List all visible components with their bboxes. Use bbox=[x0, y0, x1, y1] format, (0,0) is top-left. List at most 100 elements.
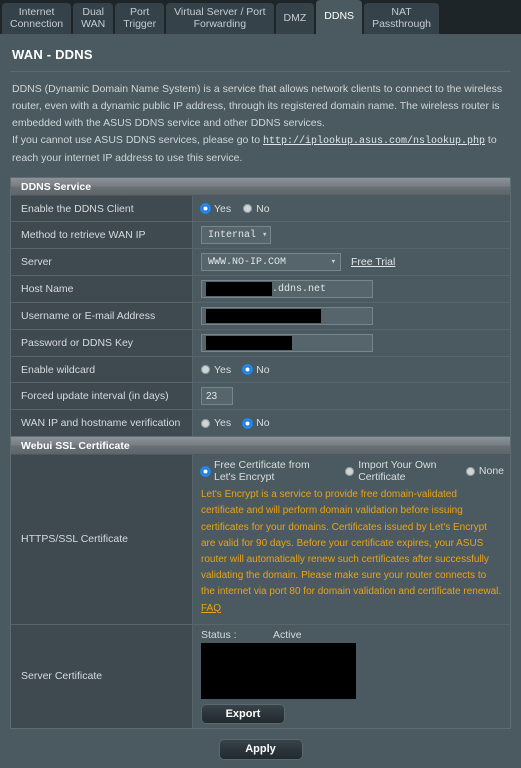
select-value-method: Internal bbox=[208, 229, 257, 241]
webui-ssl-certificate-section: Webui SSL Certificate HTTPS/SSL Certific… bbox=[10, 436, 511, 729]
ssl-section-header: Webui SSL Certificate bbox=[11, 437, 510, 456]
radio-dot-selected-icon bbox=[243, 418, 253, 428]
label-username: Username or E-mail Address bbox=[11, 303, 193, 330]
value-server: WWW.NO-IP.COM ▾ Free Trial bbox=[193, 249, 510, 276]
row-password: Password or DDNS Key bbox=[11, 330, 510, 358]
value-server-certificate: Status : Active Export bbox=[193, 624, 510, 728]
input-host-name[interactable]: .ddns.net bbox=[201, 280, 373, 299]
radio-enable-ddns-yes[interactable]: Yes bbox=[201, 203, 231, 215]
value-enable-wildcard: Yes No bbox=[193, 357, 510, 383]
certificate-details-box bbox=[201, 642, 356, 699]
value-password bbox=[193, 330, 510, 357]
status-badge: Active bbox=[273, 628, 302, 641]
redaction-bar-password bbox=[206, 336, 292, 351]
radio-dot-icon bbox=[465, 466, 475, 476]
tab-internet-connection[interactable]: Internet Connection bbox=[2, 3, 72, 34]
apply-button[interactable]: Apply bbox=[218, 738, 303, 760]
value-enable-ddns-client: Yes No bbox=[193, 196, 510, 222]
row-username: Username or E-mail Address bbox=[11, 303, 510, 331]
select-value-server: WWW.NO-IP.COM bbox=[208, 256, 287, 268]
row-enable-ddns-client: Enable the DDNS Client Yes No bbox=[11, 196, 510, 223]
radio-group-enable-wildcard: Yes No bbox=[201, 364, 270, 376]
radio-dot-selected-icon bbox=[201, 466, 210, 476]
server-certificate-status: Status : Active bbox=[201, 629, 302, 643]
ddns-service-header: DDNS Service bbox=[11, 178, 510, 197]
radio-group-https-ssl: Free Certificate from Let's Encrypt Impo… bbox=[201, 459, 504, 483]
input-forced-update-interval[interactable]: 23 bbox=[201, 387, 233, 406]
page-title: WAN - DDNS bbox=[12, 47, 93, 62]
tab-dual-wan[interactable]: Dual WAN bbox=[73, 3, 114, 34]
tab-nat-passthrough[interactable]: NAT Passthrough bbox=[364, 3, 440, 34]
description-paragraph-1: DDNS (Dynamic Domain Name System) is a s… bbox=[12, 83, 503, 129]
radio-dot-selected-icon bbox=[201, 204, 210, 214]
free-trial-link[interactable]: Free Trial bbox=[351, 256, 395, 268]
radio-free-certificate-lets-encrypt[interactable]: Free Certificate from Let's Encrypt bbox=[201, 459, 333, 483]
label-enable-wildcard: Enable wildcard bbox=[11, 357, 193, 383]
label-server-certificate: Server Certificate bbox=[11, 624, 193, 728]
label-server: Server bbox=[11, 249, 193, 276]
tab-bar: Internet Connection Dual WAN Port Trigge… bbox=[0, 0, 521, 34]
row-enable-wildcard: Enable wildcard Yes No bbox=[11, 357, 510, 384]
radio-dot-icon bbox=[201, 418, 210, 428]
radio-label-none: None bbox=[478, 465, 504, 478]
label-method-retrieve-wan-ip: Method to retrieve WAN IP bbox=[11, 222, 193, 249]
row-host-name: Host Name .ddns.net bbox=[11, 276, 510, 304]
value-forced-update-interval: 23 bbox=[193, 383, 510, 410]
description-prefix: If you cannot use ASUS DDNS services, pl… bbox=[12, 134, 263, 146]
row-server-certificate: Server Certificate Status : Active Expor… bbox=[11, 624, 510, 728]
tab-dmz[interactable]: DMZ bbox=[275, 3, 315, 34]
export-button[interactable]: Export bbox=[201, 703, 285, 724]
row-wan-ip-verification: WAN IP and hostname verification Yes No bbox=[11, 410, 510, 437]
chevron-down-icon: ▾ bbox=[330, 257, 336, 268]
radio-dot-icon bbox=[201, 365, 210, 375]
radio-label-yes: Yes bbox=[214, 202, 232, 215]
radio-label-no: No bbox=[256, 363, 270, 376]
input-username[interactable] bbox=[201, 307, 373, 326]
apply-button-container: Apply bbox=[10, 729, 511, 760]
select-method-retrieve-wan-ip[interactable]: Internal ▾ bbox=[201, 226, 271, 245]
value-host-name: .ddns.net bbox=[193, 276, 510, 303]
radio-none[interactable]: None bbox=[465, 465, 504, 478]
radio-wildcard-yes[interactable]: Yes bbox=[201, 364, 231, 376]
ddns-service-section: DDNS Service Enable the DDNS Client Yes … bbox=[10, 177, 511, 437]
redaction-bar-host-name bbox=[206, 282, 272, 297]
radio-wan-verification-yes[interactable]: Yes bbox=[201, 417, 231, 429]
radio-wan-verification-no[interactable]: No bbox=[243, 417, 270, 430]
value-method-retrieve-wan-ip: Internal ▾ bbox=[193, 222, 510, 249]
iplookup-link[interactable]: http://iplookup.asus.com/nslookup.php bbox=[263, 136, 485, 147]
radio-dot-icon bbox=[243, 204, 253, 214]
host-name-suffix: .ddns.net bbox=[272, 283, 327, 295]
radio-dot-icon bbox=[345, 466, 355, 476]
tab-ddns[interactable]: DDNS bbox=[316, 0, 363, 34]
label-wan-ip-verification: WAN IP and hostname verification bbox=[11, 410, 193, 437]
label-enable-ddns-client: Enable the DDNS Client bbox=[11, 196, 193, 222]
label-host-name: Host Name bbox=[11, 276, 193, 303]
label-forced-update-interval: Forced update interval (in days) bbox=[11, 383, 193, 410]
row-method-retrieve-wan-ip: Method to retrieve WAN IP Internal ▾ bbox=[11, 222, 510, 250]
radio-enable-ddns-no[interactable]: No bbox=[243, 202, 270, 215]
tab-port-trigger[interactable]: Port Trigger bbox=[115, 3, 165, 34]
value-https-ssl-certificate: Free Certificate from Let's Encrypt Impo… bbox=[193, 455, 510, 624]
page-description: DDNS (Dynamic Domain Name System) is a s… bbox=[10, 81, 511, 177]
radio-import-own-certificate[interactable]: Import Your Own Certificate bbox=[345, 459, 454, 483]
radio-wildcard-no[interactable]: No bbox=[243, 363, 270, 376]
select-server[interactable]: WWW.NO-IP.COM ▾ bbox=[201, 253, 341, 272]
faq-link[interactable]: FAQ bbox=[201, 603, 221, 614]
chevron-down-icon: ▾ bbox=[262, 230, 268, 241]
redaction-bar-username bbox=[206, 309, 321, 324]
radio-label-no: No bbox=[256, 202, 270, 215]
input-password[interactable] bbox=[201, 334, 373, 353]
radio-dot-selected-icon bbox=[243, 365, 253, 375]
forced-update-interval-value: 23 bbox=[206, 390, 218, 402]
radio-group-enable-ddns-client: Yes No bbox=[201, 203, 270, 215]
value-wan-ip-verification: Yes No bbox=[193, 410, 510, 437]
tab-virtual-server-port-forwarding[interactable]: Virtual Server / Port Forwarding bbox=[166, 3, 274, 34]
radio-label-yes: Yes bbox=[214, 363, 232, 376]
radio-group-wan-ip-verification: Yes No bbox=[201, 417, 270, 429]
lets-encrypt-note: Let's Encrypt is a service to provide fr… bbox=[201, 483, 504, 620]
label-https-ssl-certificate: HTTPS/SSL Certificate bbox=[11, 455, 193, 624]
radio-label-free-certificate: Free Certificate from Let's Encrypt bbox=[214, 459, 310, 484]
radio-label-yes: Yes bbox=[214, 417, 232, 430]
row-https-ssl-certificate: HTTPS/SSL Certificate Free Certificate f… bbox=[11, 455, 510, 625]
radio-label-no: No bbox=[256, 417, 270, 430]
